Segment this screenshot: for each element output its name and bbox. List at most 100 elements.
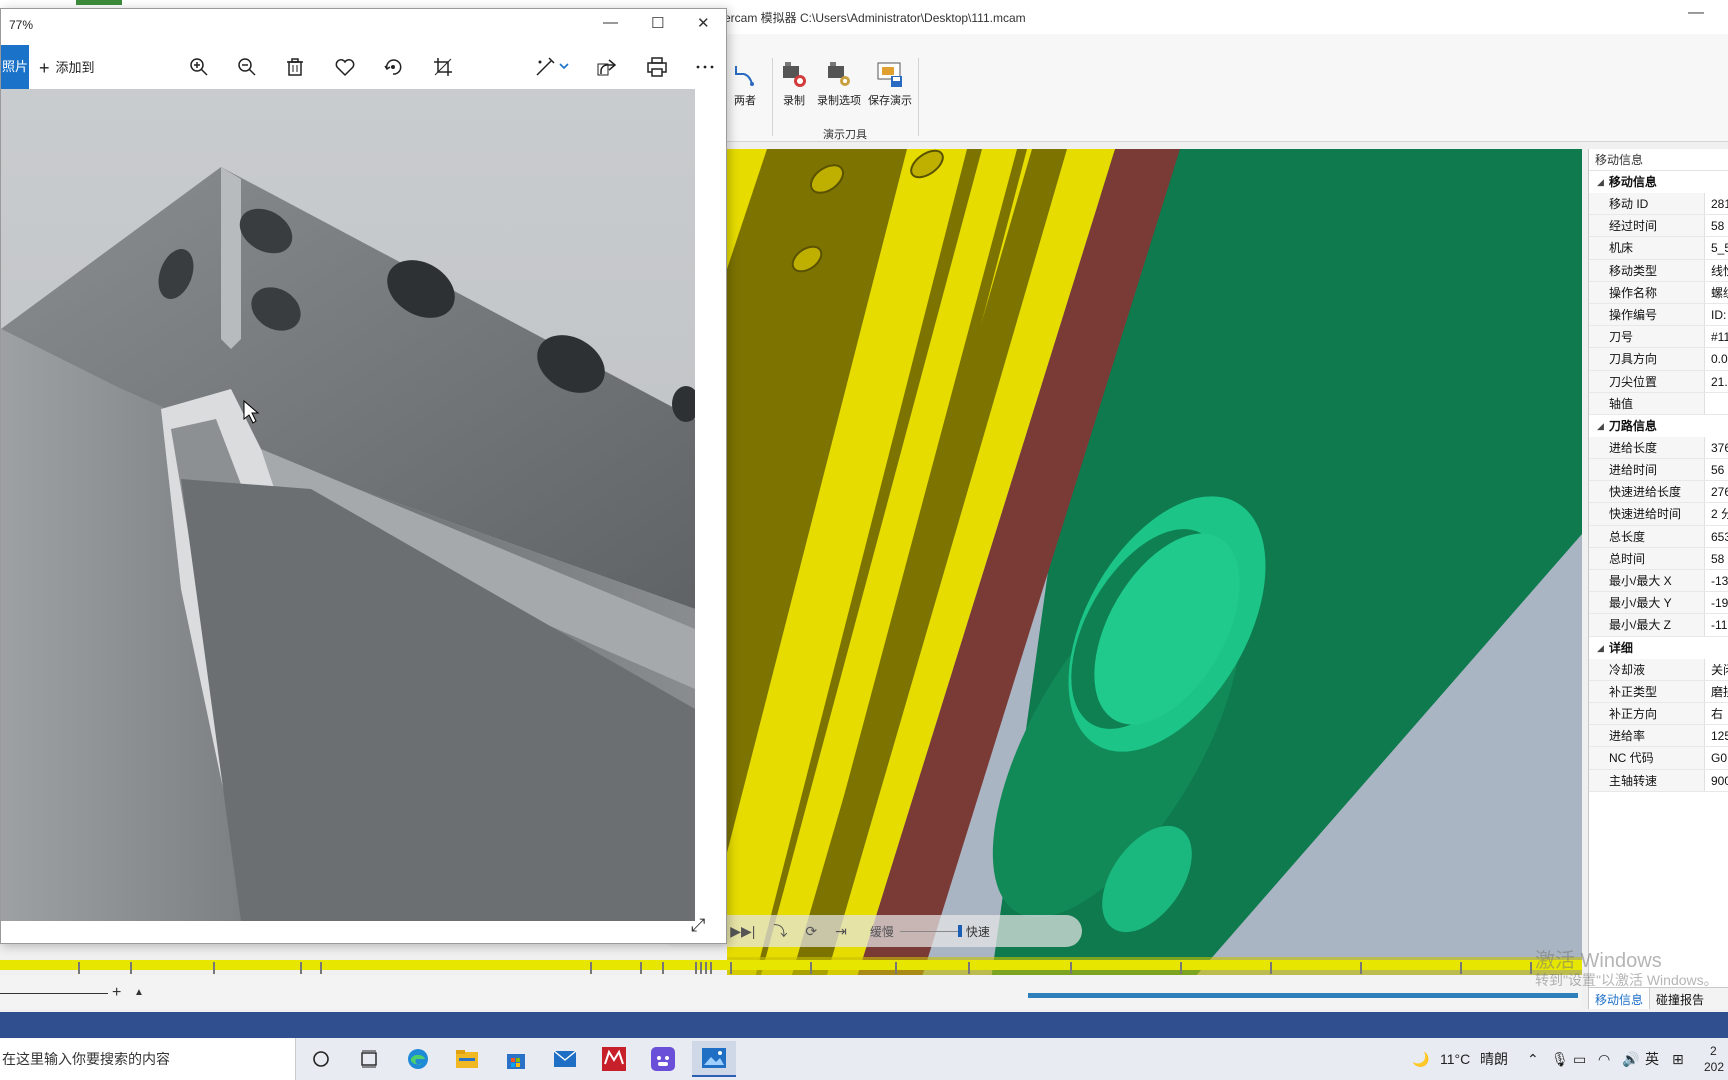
edge-browser-icon[interactable] — [403, 1044, 433, 1074]
task-view-icon[interactable] — [354, 1044, 384, 1074]
info-row: 补正类型磨损 — [1589, 680, 1728, 703]
slow-label: 缓慢 — [869, 924, 894, 939]
tab-move-info[interactable]: 移动信息 — [1589, 988, 1651, 1009]
speed-slider[interactable] — [899, 924, 962, 937]
info-row: NC 代码 G0 — [1589, 747, 1728, 770]
mastercam-icon[interactable] — [599, 1044, 629, 1074]
all-photos-button[interactable]: 照片 — [1, 45, 29, 89]
info-row: 主轴转速 900 — [1589, 769, 1728, 792]
favorite-heart-icon[interactable] — [333, 55, 357, 79]
show-hidden-icons-chevron-icon[interactable]: ⌃ — [1527, 1038, 1539, 1080]
record-options-button[interactable]: 录制选项 — [817, 62, 861, 108]
file-explorer-icon[interactable] — [452, 1044, 482, 1074]
simulation-viewport[interactable] — [727, 149, 1582, 1009]
assistant-app-icon[interactable] — [648, 1044, 678, 1074]
delete-icon[interactable] — [283, 55, 307, 79]
clock-date[interactable]: 202 — [1704, 1046, 1724, 1080]
progress-bar[interactable] — [1028, 993, 1578, 998]
minimize-icon[interactable]: — — [603, 14, 618, 31]
zoom-out-icon[interactable] — [235, 55, 259, 79]
taskbar-search-input[interactable]: 在这里输入你要搜索的内容 — [0, 1038, 296, 1080]
tab-collision-report[interactable]: 碰撞报告 — [1650, 988, 1710, 1009]
rotate-icon[interactable] — [381, 55, 405, 79]
moon-weather-icon[interactable]: 🌙 — [1412, 1038, 1429, 1080]
chevron-down-icon[interactable] — [557, 59, 571, 73]
info-row: 最小/最大 Z-11. — [1589, 614, 1728, 637]
photos-titlebar: 77% — ☐ ✕ — [1, 9, 726, 41]
photos-app-icon[interactable] — [692, 1041, 736, 1077]
simulator-title: ercam 模拟器 C:\Users\Administrator\Desktop… — [724, 11, 1026, 25]
zoom-in-icon[interactable]: + — [112, 984, 121, 1002]
loop-icon[interactable]: ⟳ — [805, 923, 817, 940]
taskbar: 在这里输入你要搜索的内容 🌙 11°C 晴朗 ⌃ 🎙 ▭ ◠ 🔊 英 ⊞ 2 2… — [0, 1038, 1728, 1080]
info-row: 最小/最大 X-130 — [1589, 570, 1728, 593]
microphone-icon[interactable]: 🎙 — [1551, 1038, 1569, 1080]
minimize-icon[interactable]: — — [1688, 4, 1704, 22]
info-row: 机床5_5/ — [1589, 237, 1728, 260]
section-toolpath-info[interactable]: ◢ 刀路信息 — [1589, 414, 1728, 437]
info-row: 移动类型线性 — [1589, 259, 1728, 282]
both-button[interactable]: 两者 — [732, 62, 758, 108]
microsoft-store-icon[interactable] — [501, 1044, 531, 1074]
more-options-icon[interactable] — [693, 55, 717, 79]
info-row: 补正方向右 — [1589, 702, 1728, 726]
zoom-level: 77% — [9, 18, 34, 32]
print-icon[interactable] — [645, 55, 669, 79]
info-row: 进给长度 376 — [1589, 436, 1728, 460]
simulation-scene — [727, 149, 1582, 1009]
panel-title: 移动信息 — [1589, 149, 1728, 171]
both-icon — [735, 66, 754, 86]
photos-window: 77% — ☐ ✕ 照片 + 添加到 ⤢ — [0, 8, 727, 944]
ribbon-separator — [772, 58, 773, 136]
edit-magic-icon[interactable] — [533, 55, 557, 79]
timeline-strip[interactable] — [0, 960, 1582, 970]
machined-part-photo — [1, 89, 695, 921]
info-row: 进给时间56 分 — [1589, 459, 1728, 482]
desktop-strip — [0, 1012, 1728, 1038]
info-row: 总长度 653 — [1589, 525, 1728, 548]
photo-canvas[interactable] — [1, 89, 695, 921]
stop-condition-icon[interactable]: ⇥ — [835, 923, 847, 940]
speed-slider-thumb[interactable] — [957, 924, 962, 937]
battery-icon[interactable]: ▭ — [1573, 1038, 1586, 1080]
info-row: 进给率 125 — [1589, 725, 1728, 748]
info-row: 刀号 #11 — [1589, 326, 1728, 349]
maximize-icon[interactable]: ☐ — [651, 14, 664, 32]
fast-label: 快速 — [965, 924, 990, 939]
skip-to-end-icon[interactable]: ▶▶| — [730, 923, 755, 940]
app-color-tab — [76, 0, 122, 5]
tool-step-icon[interactable]: ⤵ — [773, 921, 787, 941]
cortana-icon[interactable] — [306, 1044, 336, 1074]
close-icon[interactable]: ✕ — [697, 14, 710, 32]
zoom-in-icon[interactable] — [187, 55, 211, 79]
ime-mode-icon[interactable]: ⊞ — [1672, 1038, 1684, 1080]
collapse-triangle-icon[interactable]: ◢ — [1597, 637, 1604, 659]
info-row: 快速进给时间 2 分 — [1589, 503, 1728, 526]
add-to-button[interactable]: + 添加到 — [39, 57, 95, 79]
zoom-slider[interactable] — [0, 993, 108, 994]
info-row: 刀具方向0.00 — [1589, 348, 1728, 371]
info-row: 操作编号ID: 3 — [1589, 303, 1728, 327]
section-move-info[interactable]: ◢ 移动信息 — [1589, 171, 1728, 193]
mail-icon[interactable] — [550, 1044, 580, 1074]
weather-temperature[interactable]: 11°C — [1440, 1038, 1470, 1080]
weather-condition[interactable]: 晴朗 — [1480, 1038, 1508, 1080]
expand-icon[interactable]: ⤢ — [691, 915, 705, 936]
info-row: 经过时间58 分 — [1589, 215, 1728, 238]
save-demo-button[interactable]: 保存演示 — [868, 62, 912, 108]
record-button[interactable]: 录制 — [781, 62, 807, 108]
info-row: 最小/最大 Y-198 — [1589, 592, 1728, 615]
info-row: 冷却液关闭 — [1589, 658, 1728, 681]
ime-language-indicator[interactable]: 英 — [1645, 1038, 1659, 1080]
section-details[interactable]: ◢ 详细 — [1589, 636, 1728, 659]
collapse-triangle-icon[interactable]: ◢ — [1597, 415, 1604, 437]
network-icon[interactable]: ◠ — [1598, 1038, 1610, 1080]
volume-icon[interactable]: 🔊 — [1622, 1038, 1639, 1080]
record-options-icon — [828, 62, 850, 86]
share-icon[interactable] — [595, 55, 619, 79]
activation-watermark: 激活 Windows — [1535, 950, 1662, 972]
collapse-triangle-icon[interactable]: ◢ — [1597, 171, 1604, 193]
crop-icon[interactable] — [431, 55, 455, 79]
triangle-up-icon[interactable]: ▲ — [134, 987, 144, 998]
ribbon-separator — [918, 58, 919, 136]
